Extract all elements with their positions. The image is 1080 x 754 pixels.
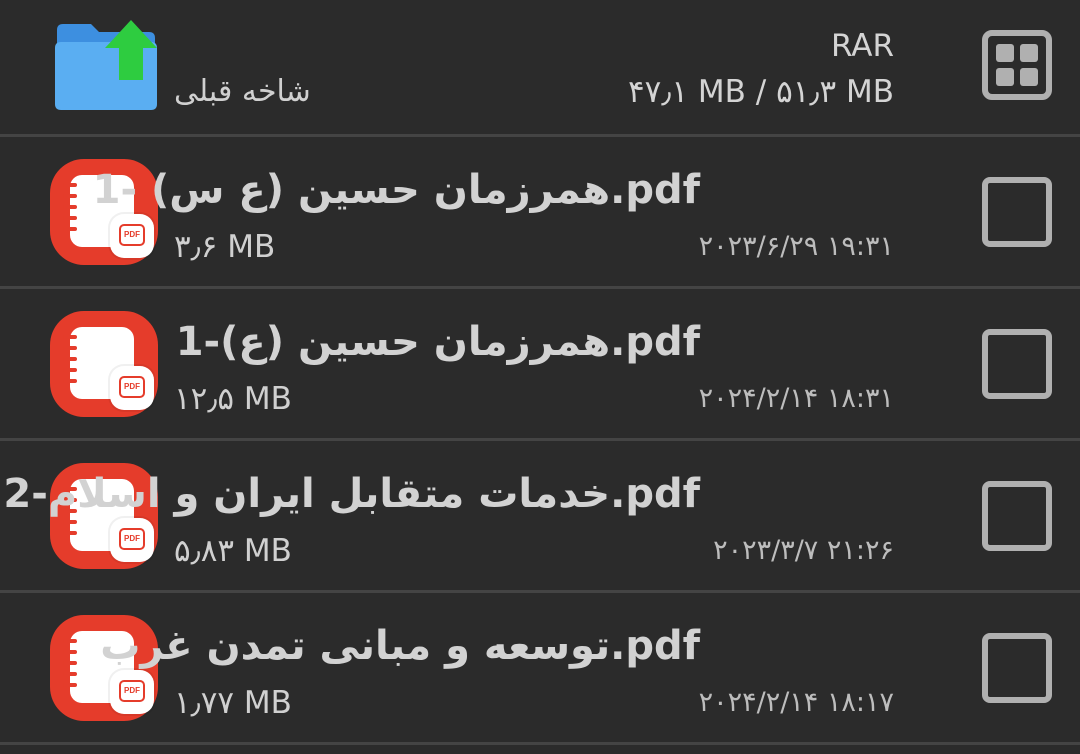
file-name: همرزمان حسین (ع)-1.pdf xyxy=(175,319,700,365)
file-row[interactable]: PDF توسعه و مبانی تمدن غرب.pdf ۱٫۷۷ MB ۲… xyxy=(0,593,1080,745)
parent-folder-row[interactable]: شاخه قبلی RAR ۴۷٫۱ MB / ۵۱٫۳ MB xyxy=(0,0,1080,137)
file-date: ۲۰۲۳/۶/۲۹ ۱۹:۳۱ xyxy=(698,231,894,262)
file-list: شاخه قبلی RAR ۴۷٫۱ MB / ۵۱٫۳ MB PDF همرز… xyxy=(0,0,1080,754)
select-checkbox[interactable] xyxy=(982,177,1052,247)
file-name: خدمات متقابل ایران و اسلام-2.pdf xyxy=(3,471,700,517)
file-row[interactable]: PDF همرزمان حسین (ع)-1.pdf ۱۲٫۵ MB ۲۰۲۴/… xyxy=(0,289,1080,441)
folder-up-icon xyxy=(55,20,157,110)
file-size: ۳٫۶ MB xyxy=(174,229,276,265)
file-row[interactable]: PDF همرزمان حسین (ع س) -1.pdf ۳٫۶ MB ۲۰۲… xyxy=(0,137,1080,289)
pdf-file-icon: PDF xyxy=(50,311,158,417)
file-name: همرزمان حسین (ع س) -1.pdf xyxy=(92,167,700,213)
pdf-badge-label: PDF xyxy=(119,680,145,702)
archive-size-label: ۴۷٫۱ MB / ۵۱٫۳ MB xyxy=(628,74,894,110)
file-size: ۱۲٫۵ MB xyxy=(174,381,292,417)
file-size: ۵٫۸۳ MB xyxy=(174,533,292,569)
select-checkbox[interactable] xyxy=(982,481,1052,551)
file-size: ۱٫۷۷ MB xyxy=(174,685,292,721)
file-date: ۲۰۲۴/۲/۱۴ ۱۸:۱۷ xyxy=(698,687,894,718)
pdf-badge-label: PDF xyxy=(119,224,145,246)
parent-folder-label: شاخه قبلی xyxy=(174,74,311,109)
file-date: ۲۰۲۴/۲/۱۴ ۱۸:۳۱ xyxy=(698,383,894,414)
select-checkbox[interactable] xyxy=(982,633,1052,703)
archive-type-label: RAR xyxy=(830,28,894,64)
grid-view-icon[interactable] xyxy=(982,30,1052,100)
file-row[interactable]: PDF خدمات متقابل ایران و اسلام-2.pdf ۵٫۸… xyxy=(0,441,1080,593)
file-name: توسعه و مبانی تمدن غرب.pdf xyxy=(100,623,700,669)
pdf-badge-label: PDF xyxy=(119,376,145,398)
select-checkbox[interactable] xyxy=(982,329,1052,399)
pdf-badge-label: PDF xyxy=(119,528,145,550)
file-date: ۲۰۲۳/۳/۷ ۲۱:۲۶ xyxy=(713,535,894,566)
